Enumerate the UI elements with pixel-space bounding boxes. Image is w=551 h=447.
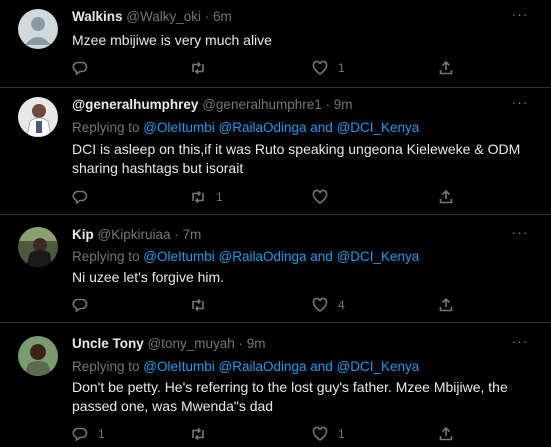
retweet-button[interactable] — [190, 58, 216, 78]
retweet-icon — [192, 427, 204, 441]
mention-links[interactable]: @OleItumbi @RailaOdinga — [143, 249, 306, 264]
mention-dci-kenya[interactable]: @DCI_Kenya — [337, 120, 420, 135]
timestamp[interactable]: · 9m — [326, 97, 353, 112]
replying-to: Replying to @OleItumbi @RailaOdinga and … — [72, 249, 419, 264]
tweet-text: DCI is asleep on this,if it was Ruto spe… — [72, 141, 521, 176]
user-handle[interactable]: @tony_muyah — [148, 336, 235, 351]
share-button[interactable] — [438, 187, 454, 207]
replying-and[interactable]: and — [307, 120, 337, 135]
mention-links[interactable]: @OleItumbi @RailaOdinga — [143, 120, 306, 135]
like-count: 4 — [338, 298, 345, 312]
tweet-header: Kip @Kipkiruiaa · 7m — [72, 227, 201, 242]
reply-button[interactable]: 1 — [72, 424, 105, 444]
like-button[interactable]: 1 — [312, 58, 345, 78]
reply-icon — [72, 190, 88, 205]
replying-to-label: Replying to — [72, 359, 144, 374]
user-handle[interactable]: @Walky_oki — [126, 9, 201, 24]
share-icon — [439, 189, 453, 204]
share-icon — [439, 297, 453, 312]
display-name[interactable]: @generalhumphrey — [72, 97, 198, 112]
tweet[interactable]: @generalhumphrey @generalhumphre1 · 9m ·… — [0, 88, 551, 215]
avatar[interactable] — [18, 227, 58, 267]
share-button[interactable] — [438, 58, 454, 78]
replying-and[interactable]: and — [307, 359, 337, 374]
tweet-text: Mzee mbijiwe is very much alive — [72, 32, 272, 48]
avatar-default[interactable] — [18, 9, 58, 49]
retweet-button[interactable]: 1 — [190, 187, 223, 207]
reply-count: 1 — [98, 427, 105, 441]
reply-icon — [72, 427, 88, 442]
timestamp[interactable]: · 9m — [239, 336, 266, 351]
share-icon — [439, 60, 453, 75]
reply-button[interactable] — [72, 295, 98, 315]
mention-dci-kenya[interactable]: @DCI_Kenya — [337, 249, 420, 264]
retweet-icon — [192, 298, 204, 312]
tweet-header: Uncle Tony @tony_muyah · 9m — [72, 336, 266, 351]
replying-and[interactable]: and — [307, 249, 337, 264]
retweet-button[interactable] — [190, 295, 216, 315]
reply-button[interactable] — [72, 187, 98, 207]
like-count: 1 — [338, 427, 345, 441]
retweet-button[interactable] — [190, 424, 216, 444]
more-options-button[interactable]: ··· — [511, 225, 529, 241]
reply-icon — [72, 298, 88, 313]
user-handle[interactable]: @generalhumphre1 — [202, 97, 322, 112]
heart-icon — [312, 426, 328, 441]
tweet[interactable]: Kip @Kipkiruiaa · 7m ··· Replying to @Ol… — [0, 215, 551, 323]
tweet-actions: 4 — [72, 295, 512, 315]
tweet-actions: 1 — [72, 58, 512, 78]
share-button[interactable] — [438, 295, 454, 315]
display-name[interactable]: Walkins — [72, 9, 123, 24]
share-button[interactable] — [438, 424, 454, 444]
tweet-actions: 1 — [72, 187, 512, 207]
replying-to-label: Replying to — [72, 120, 144, 135]
like-button[interactable]: 1 — [312, 424, 345, 444]
tweet-actions: 1 1 — [72, 424, 512, 444]
tweet[interactable]: Walkins @Walky_oki · 6m ··· Mzee mbijiwe… — [0, 0, 551, 88]
more-options-button[interactable]: ··· — [511, 334, 529, 350]
retweet-count: 1 — [216, 190, 223, 204]
like-button[interactable]: 4 — [312, 295, 345, 315]
heart-icon — [312, 297, 328, 312]
mention-dci-kenya[interactable]: @DCI_Kenya — [337, 359, 420, 374]
timestamp[interactable]: · 7m — [174, 227, 201, 242]
more-options-button[interactable]: ··· — [511, 95, 529, 111]
timestamp[interactable]: · 6m — [205, 9, 232, 24]
avatar[interactable] — [18, 97, 58, 137]
like-button[interactable] — [312, 187, 338, 207]
tweet-text: Ni uzee let's forgive him. — [72, 269, 225, 285]
share-icon — [439, 426, 453, 441]
display-name[interactable]: Kip — [72, 227, 94, 242]
retweet-icon — [192, 61, 204, 75]
tweet[interactable]: Uncle Tony @tony_muyah · 9m ··· Replying… — [0, 323, 551, 447]
replying-to: Replying to @OleItumbi @RailaOdinga and … — [72, 120, 419, 135]
tweet-text: Don't be petty. He's referring to the lo… — [72, 379, 508, 414]
like-count: 1 — [338, 61, 345, 75]
replying-to: Replying to @OleItumbi @RailaOdinga and … — [72, 359, 419, 374]
avatar[interactable] — [18, 336, 58, 376]
retweet-icon — [192, 190, 204, 204]
heart-icon — [312, 189, 328, 204]
mention-links[interactable]: @OleItumbi @RailaOdinga — [143, 359, 306, 374]
more-options-button[interactable]: ··· — [511, 7, 529, 23]
tweet-header: Walkins @Walky_oki · 6m — [72, 9, 232, 24]
tweet-header: @generalhumphrey @generalhumphre1 · 9m — [72, 97, 353, 112]
heart-icon — [312, 60, 328, 75]
replying-to-label: Replying to — [72, 249, 144, 264]
reply-button[interactable] — [72, 58, 98, 78]
reply-icon — [72, 61, 88, 76]
user-handle[interactable]: @Kipkiruiaa — [98, 227, 171, 242]
display-name[interactable]: Uncle Tony — [72, 336, 144, 351]
